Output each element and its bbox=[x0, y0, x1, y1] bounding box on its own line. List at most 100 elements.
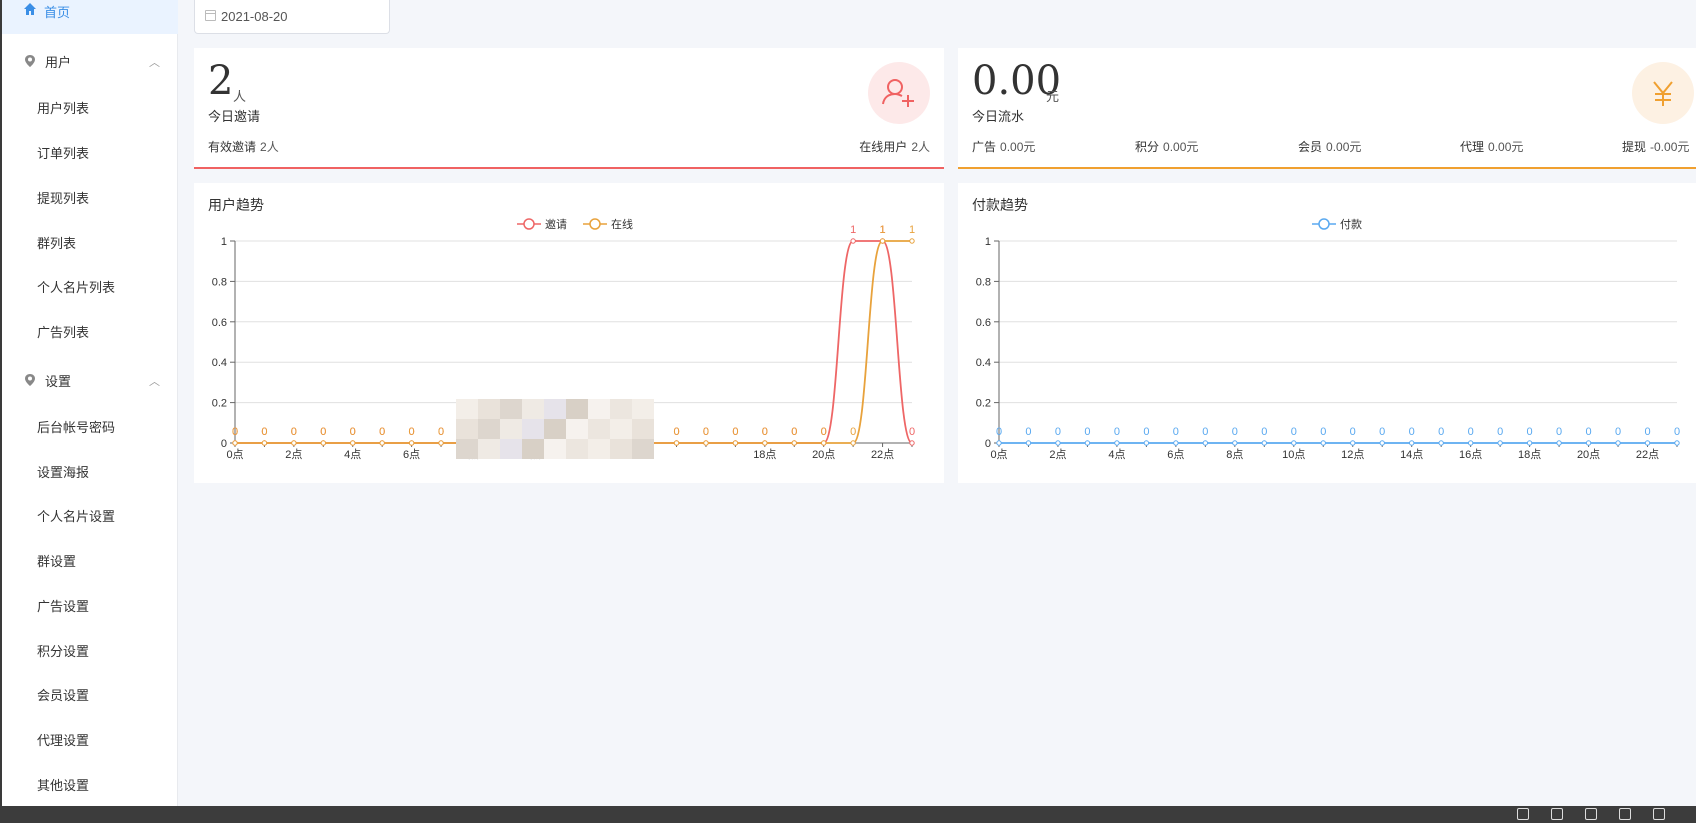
window-icon[interactable] bbox=[1653, 808, 1665, 820]
sidebar-item-account-password[interactable]: 后台帐号密码 bbox=[37, 417, 115, 436]
sidebar-item-agent-settings[interactable]: 代理设置 bbox=[37, 730, 89, 749]
blur-tile bbox=[632, 399, 654, 419]
x-tick-label: 12点 bbox=[1341, 448, 1364, 461]
sidebar-item-group-settings[interactable]: 群设置 bbox=[37, 551, 76, 570]
data-point bbox=[261, 440, 268, 446]
sidebar-item-card-settings[interactable]: 个人名片设置 bbox=[37, 506, 115, 525]
blur-tile bbox=[566, 399, 588, 419]
sidebar-item-user-list[interactable]: 用户列表 bbox=[37, 98, 89, 117]
data-label: 0 bbox=[1114, 426, 1120, 438]
revenue-unit: 元 bbox=[1046, 89, 1060, 104]
data-label: 0 bbox=[850, 426, 856, 438]
x-tick-label: 0点 bbox=[226, 448, 243, 461]
sidebar-item-order-list[interactable]: 订单列表 bbox=[37, 143, 89, 162]
user-trend-panel: 用户趋势 00.20.40.60.810点2点4点6点8点10点18点20点22… bbox=[194, 183, 944, 483]
data-point bbox=[673, 440, 680, 446]
y-tick-label: 1 bbox=[985, 236, 991, 248]
sidebar-item-group-list[interactable]: 群列表 bbox=[37, 233, 76, 252]
data-label: 0 bbox=[1556, 426, 1562, 438]
data-label: 0 bbox=[1202, 426, 1208, 438]
legend-label: 邀请 bbox=[545, 217, 567, 231]
data-label: 0 bbox=[1527, 426, 1533, 438]
sidebar-group-settings[interactable]: 设置 ︿ bbox=[2, 359, 178, 399]
tray-icon[interactable] bbox=[1585, 808, 1597, 820]
blur-tile bbox=[632, 419, 654, 439]
y-tick-label: 0.8 bbox=[976, 276, 991, 288]
os-taskbar bbox=[0, 806, 1696, 823]
home-icon bbox=[24, 3, 36, 15]
chevron-up-icon: ︿ bbox=[149, 376, 160, 388]
data-label: 0 bbox=[1409, 426, 1415, 438]
data-point bbox=[1497, 440, 1503, 446]
data-label: 0 bbox=[673, 426, 679, 438]
tray-icon[interactable] bbox=[1551, 808, 1563, 820]
blur-tile bbox=[588, 419, 610, 439]
data-point bbox=[1055, 440, 1061, 446]
revenue-stat-member: 会员 0.00元 bbox=[1298, 140, 1362, 154]
sidebar-item-points-settings[interactable]: 积分设置 bbox=[37, 641, 89, 660]
revenue-stat-ads: 广告 0.00元 bbox=[972, 140, 1036, 154]
y-tick-label: 0.6 bbox=[212, 317, 227, 329]
x-tick-label: 8点 bbox=[1226, 448, 1243, 461]
sidebar-item-ad-list[interactable]: 广告列表 bbox=[37, 322, 89, 341]
data-point bbox=[850, 238, 856, 244]
blur-tile bbox=[566, 419, 588, 439]
x-tick-label: 18点 bbox=[753, 448, 776, 461]
x-tick-label: 16点 bbox=[1459, 448, 1482, 461]
online-users: 在线用户 2人 bbox=[859, 140, 930, 154]
payment-trend-chart: 00.20.40.60.810点 2点 4点 6点 8点 10点 12点 14点 16点 18点 2… bbox=[976, 217, 1680, 461]
sidebar-group-users[interactable]: 用户 ︿ bbox=[2, 40, 178, 80]
data-point bbox=[320, 440, 327, 446]
data-label: 0 bbox=[1025, 426, 1031, 438]
y-tick-label: 0.2 bbox=[212, 398, 227, 410]
data-label: 0 bbox=[1291, 426, 1297, 438]
data-label: 0 bbox=[1261, 426, 1267, 438]
blur-tile bbox=[500, 419, 522, 439]
x-tick-label: 18点 bbox=[1518, 448, 1541, 461]
sidebar-item-other-settings[interactable]: 其他设置 bbox=[37, 775, 89, 794]
x-tick-label: 22点 bbox=[871, 448, 894, 461]
tray-icon[interactable] bbox=[1517, 808, 1529, 820]
blur-tile bbox=[478, 439, 500, 459]
payment-trend-panel: 付款趋势 0 0.2 0.4 0.6 0.8 1 0点 2点 4点 6点 8点 10点 12点 14点 16… bbox=[958, 183, 1696, 483]
revenue-label: 今日流水 bbox=[972, 109, 1025, 124]
blur-tile bbox=[544, 419, 566, 439]
data-label: 0 bbox=[320, 426, 326, 438]
sidebar-item-home[interactable]: 首页 bbox=[2, 0, 178, 34]
x-tick-label: 6点 bbox=[403, 448, 420, 461]
data-label: 0 bbox=[379, 426, 385, 438]
sidebar-item-ad-settings[interactable]: 广告设置 bbox=[37, 596, 89, 615]
data-label: 0 bbox=[791, 426, 797, 438]
x-tick-label: 10点 bbox=[1282, 448, 1305, 461]
date-picker[interactable]: 2021-08-20 bbox=[194, 0, 390, 34]
data-point bbox=[1320, 440, 1326, 446]
blur-tile bbox=[632, 439, 654, 459]
data-label: 0 bbox=[1143, 426, 1149, 438]
data-point bbox=[1143, 440, 1150, 446]
user-trend-chart: 00.20.40.60.810点2点4点6点8点10点18点20点22点邀请在线… bbox=[212, 217, 915, 461]
sidebar-item-withdraw-list[interactable]: 提现列表 bbox=[37, 188, 89, 207]
blur-tile bbox=[522, 419, 544, 439]
invite-label: 今日邀请 bbox=[208, 109, 261, 124]
y-tick-label: 0.6 bbox=[976, 317, 991, 329]
data-label: 0 bbox=[821, 426, 827, 438]
sidebar-item-poster-settings[interactable]: 设置海报 bbox=[37, 462, 89, 481]
data-label: 0 bbox=[350, 426, 356, 438]
blur-tile bbox=[610, 439, 632, 459]
sidebar-item-card-list[interactable]: 个人名片列表 bbox=[37, 277, 115, 296]
invite-unit: 人 bbox=[233, 89, 247, 104]
data-label: 0 bbox=[909, 426, 915, 438]
date-value: 2021-08-20 bbox=[221, 9, 288, 24]
data-label: 0 bbox=[1497, 426, 1503, 438]
revenue-stat-card: 0.00 元 今日流水 广告 0.00元 积分 0.00元 会员 0.00元 代理 0.… bbox=[958, 48, 1696, 169]
data-label: 1 bbox=[850, 224, 856, 236]
data-label: 0 bbox=[438, 426, 444, 438]
blur-tile bbox=[456, 419, 478, 439]
data-label: 0 bbox=[1084, 426, 1090, 438]
data-point bbox=[1467, 440, 1474, 446]
y-tick-label: 0.4 bbox=[212, 357, 227, 369]
x-tick-label: 4点 bbox=[1108, 448, 1125, 461]
sidebar-item-member-settings[interactable]: 会员设置 bbox=[37, 685, 89, 704]
volume-icon[interactable] bbox=[1619, 808, 1631, 820]
data-point bbox=[732, 440, 739, 446]
